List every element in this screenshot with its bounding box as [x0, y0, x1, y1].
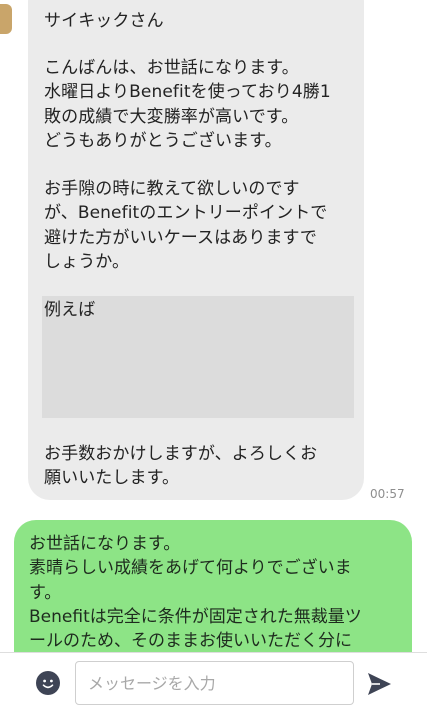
message-composer: [0, 652, 427, 713]
message-closing: お手数おかけしますが、よろしくお 願いいたします。: [44, 444, 318, 489]
send-icon[interactable]: [365, 670, 393, 698]
message-paragraph: こんばんは、お世話になります。 水曜日よりBenefitを使っており4勝1 敗の…: [44, 58, 331, 151]
message-list[interactable]: サイキックさん こんばんは、お世話になります。 水曜日よりBenefitを使って…: [0, 0, 427, 652]
message-timestamp: 00:57: [370, 487, 405, 501]
emoji-icon[interactable]: [36, 671, 60, 695]
chat-screen: サイキックさん こんばんは、お世話になります。 水曜日よりBenefitを使って…: [0, 0, 427, 713]
outgoing-message-bubble[interactable]: お世話になります。 素晴らしい成績をあげて何よりでございま す。 Benefit…: [14, 520, 412, 652]
message-text: お世話になります。 素晴らしい成績をあげて何よりでございま す。 Benefit…: [29, 534, 362, 652]
message-paragraph: 例えば: [44, 300, 96, 320]
message-input[interactable]: [75, 661, 354, 705]
incoming-message-bubble[interactable]: サイキックさん こんばんは、お世話になります。 水曜日よりBenefitを使って…: [28, 0, 364, 500]
sender-avatar[interactable]: [0, 4, 12, 34]
message-greeting: サイキックさん: [44, 11, 164, 31]
message-paragraph: お手隙の時に教えて欲しいのです が、Benefitのエントリーポイントで 避けた…: [44, 179, 328, 272]
